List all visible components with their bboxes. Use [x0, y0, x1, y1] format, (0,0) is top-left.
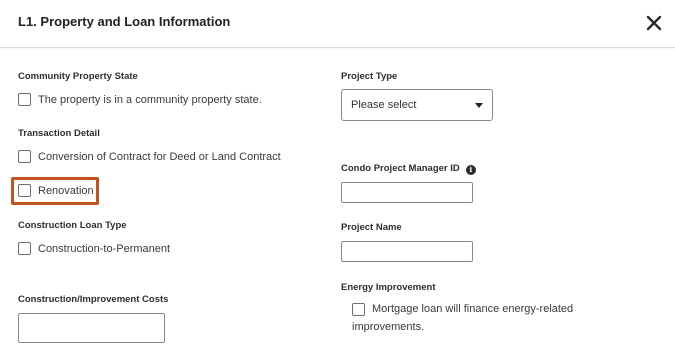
project-type-selected-value: Please select	[351, 99, 417, 111]
energy-improvement-text-line2: improvements.	[352, 321, 425, 333]
conversion-contract-option[interactable]: Conversion of Contract for Deed or Land …	[18, 150, 281, 163]
community-property-checkbox-label: The property is in a community property …	[38, 93, 262, 106]
dialog-title: L1. Property and Loan Information	[18, 14, 231, 29]
construction-to-permanent-checkbox[interactable]	[18, 242, 31, 255]
construction-to-permanent-option[interactable]: Construction-to-Permanent	[18, 242, 170, 255]
renovation-option[interactable]: Renovation	[18, 184, 94, 197]
condo-manager-label-text: Condo Project Manager ID	[341, 163, 460, 174]
renovation-checkbox[interactable]	[18, 184, 31, 197]
condo-manager-id-input[interactable]	[341, 182, 473, 203]
construction-costs-label: Construction/Improvement Costs	[18, 294, 169, 305]
info-icon[interactable]: i	[465, 165, 476, 175]
close-icon[interactable]	[645, 14, 663, 32]
construction-to-permanent-checkbox-label: Construction-to-Permanent	[38, 242, 171, 255]
condo-manager-label: Condo Project Manager ID i	[341, 163, 476, 175]
community-property-label: Community Property State	[18, 71, 138, 82]
construction-loan-type-label: Construction Loan Type	[18, 220, 127, 231]
energy-improvement-label: Energy Improvement	[341, 282, 436, 293]
project-name-label: Project Name	[341, 222, 402, 233]
construction-costs-input[interactable]	[18, 313, 165, 343]
community-property-checkbox[interactable]	[18, 93, 31, 106]
conversion-contract-checkbox-label: Conversion of Contract for Deed or Land …	[38, 150, 281, 163]
project-type-select[interactable]: Please select	[341, 89, 493, 121]
property-loan-dialog: L1. Property and Loan Information Commun…	[0, 0, 675, 358]
dialog-header: L1. Property and Loan Information	[0, 0, 675, 48]
renovation-checkbox-label: Renovation	[38, 184, 94, 197]
project-type-label: Project Type	[341, 71, 398, 82]
energy-improvement-text-line1: Mortgage loan will finance energy-relate…	[372, 303, 574, 315]
project-name-input[interactable]	[341, 241, 473, 262]
caret-down-icon	[475, 103, 483, 108]
transaction-detail-label: Transaction Detail	[18, 128, 100, 139]
energy-improvement-checkbox[interactable]	[352, 303, 365, 316]
community-property-option[interactable]: The property is in a community property …	[18, 93, 262, 106]
conversion-contract-checkbox[interactable]	[18, 150, 31, 163]
